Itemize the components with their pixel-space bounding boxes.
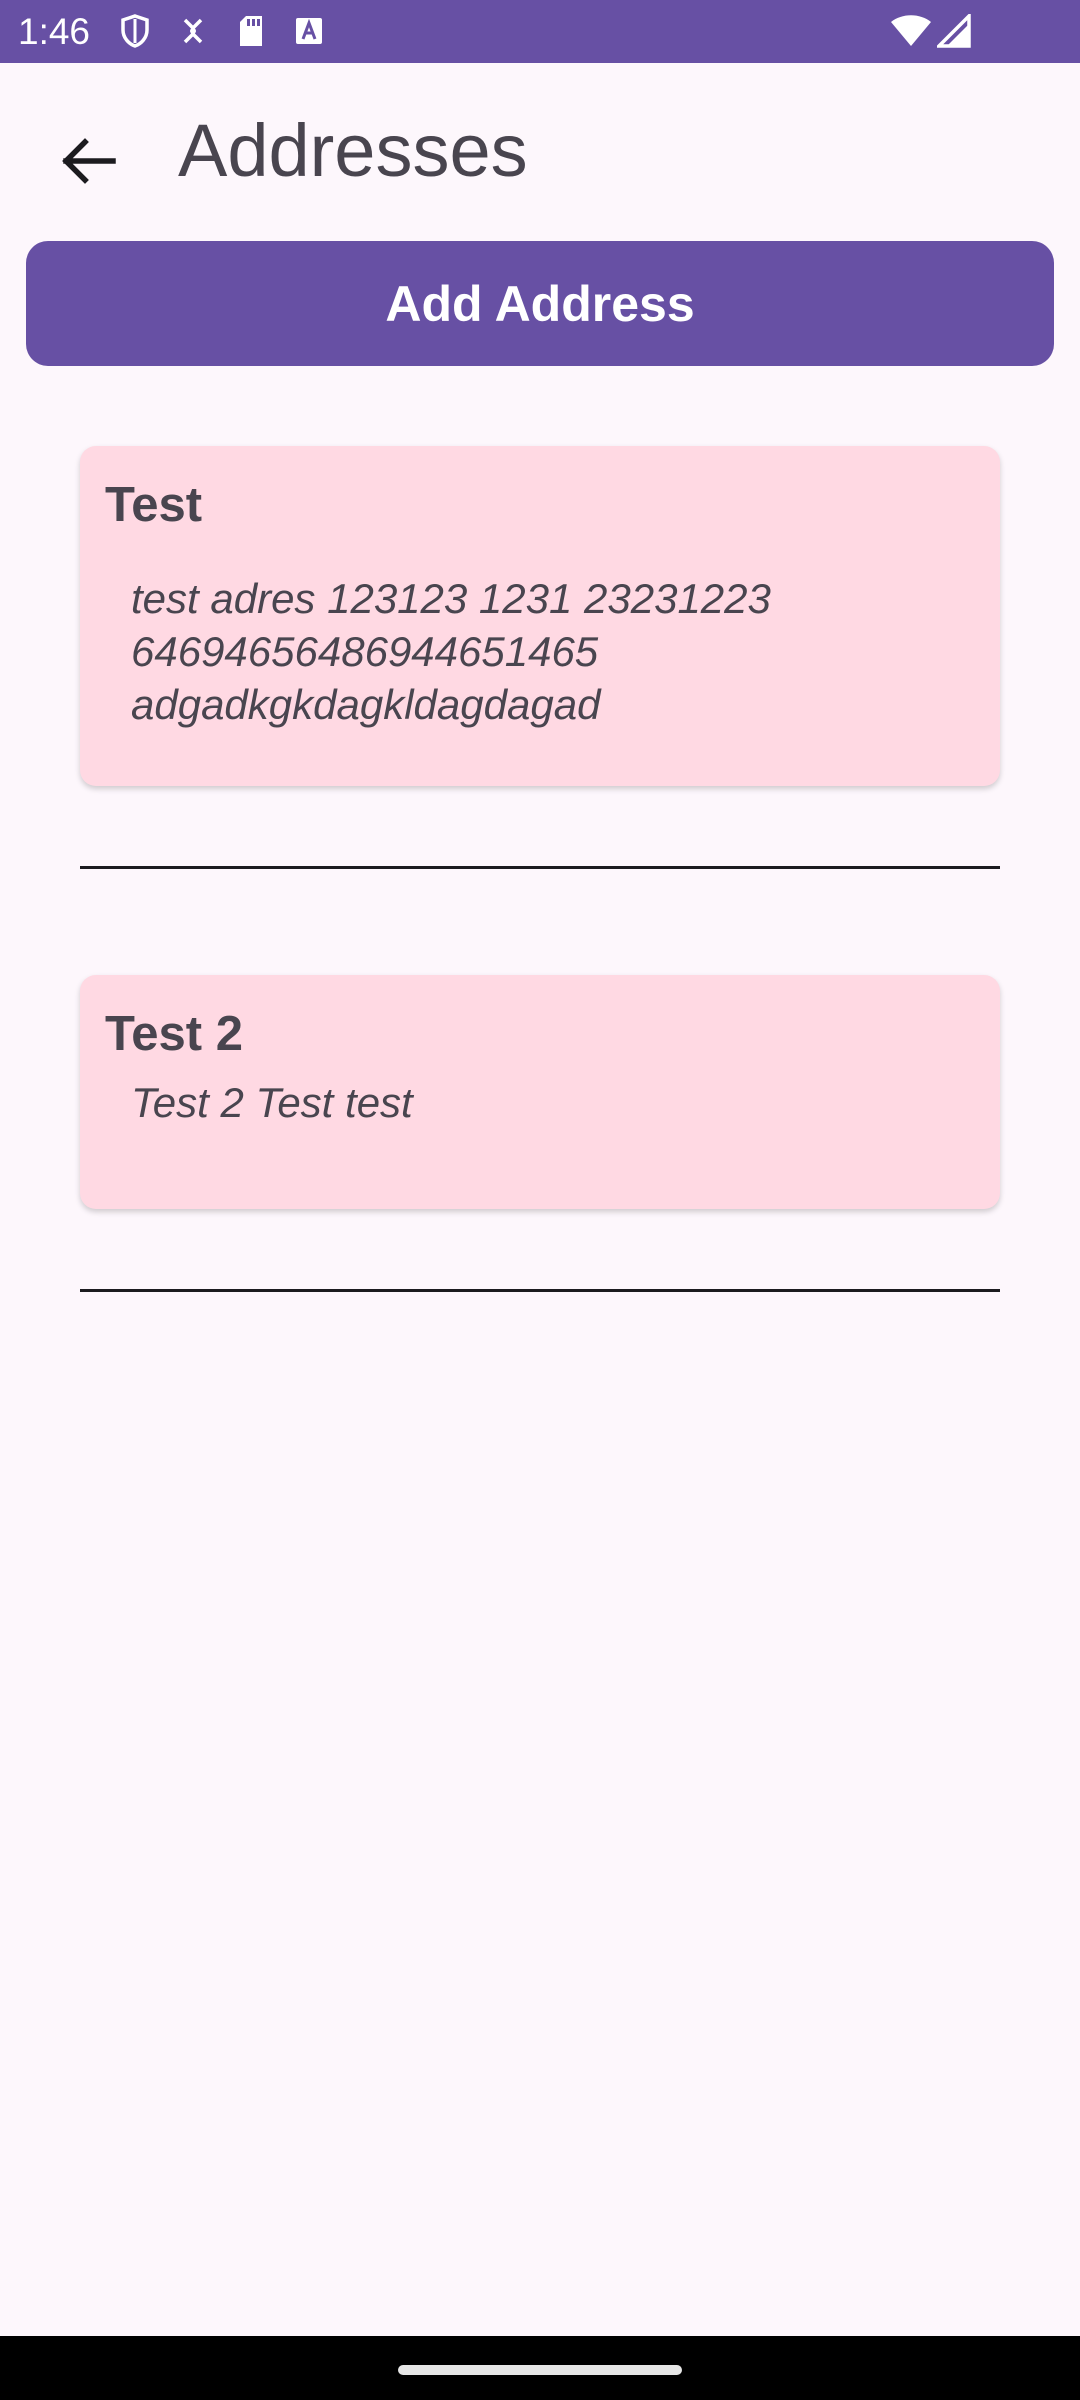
shield-icon [116,12,154,50]
page-title: Addresses [178,109,528,192]
font-download-icon [290,12,328,50]
address-line: Test 2 Test test [131,1079,413,1126]
sd-card-icon [232,12,270,50]
address-line: adgadkgkdagkldagdagad [131,681,601,728]
back-button[interactable] [40,113,136,209]
address-name: Test 2 [105,1007,243,1061]
cellular-signal-icon [935,12,973,50]
top-app-bar: Addresses [0,63,1080,223]
address-name: Test [105,478,203,532]
status-time: 1:46 [18,11,91,52]
arrow-back-icon [62,138,116,184]
address-text: test adres 123123 1231 23231223 64694656… [131,572,951,731]
add-address-button[interactable]: Add Address [26,241,1054,366]
wifi-icon [889,12,933,50]
navigation-bar [0,2336,1080,2400]
address-card[interactable]: Test 2 Test 2 Test test [80,975,1000,1209]
address-card[interactable]: Test test adres 123123 1231 23231223 646… [80,446,1000,786]
address-line: test adres 123123 1231 23231223 [131,575,771,622]
status-bar: 1:46 [0,0,1080,63]
divider [80,1289,1000,1292]
sync-icon [174,12,212,50]
home-indicator[interactable] [398,2365,682,2375]
address-line: 646946564869446​51465 [131,628,599,675]
divider [80,866,1000,869]
address-text: Test 2 Test test [131,1076,951,1129]
